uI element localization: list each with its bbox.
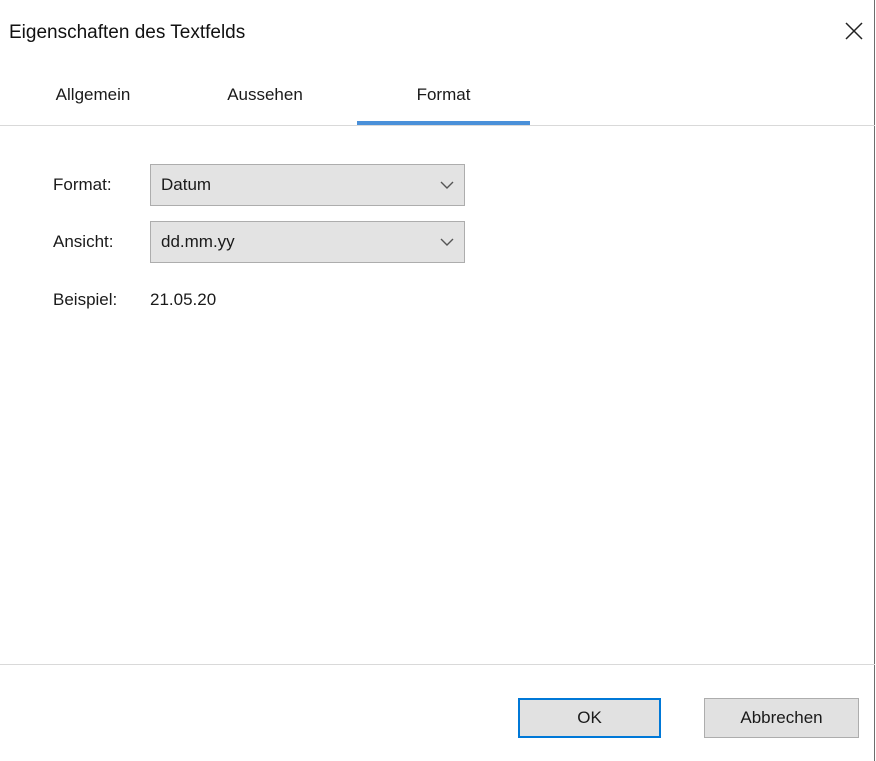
footer-divider <box>0 664 875 665</box>
close-icon <box>845 22 863 40</box>
cancel-button[interactable]: Abbrechen <box>704 698 859 738</box>
tab-bar: Allgemein Aussehen Format <box>0 64 875 126</box>
ok-button[interactable]: OK <box>518 698 661 738</box>
chevron-down-icon <box>440 181 454 189</box>
format-dropdown[interactable]: Datum <box>150 164 465 206</box>
dialog-title: Eigenschaften des Textfelds <box>9 22 246 43</box>
tabs-divider <box>0 125 875 126</box>
example-value: 21.05.20 <box>150 290 217 309</box>
view-label: Ansicht: <box>53 232 114 251</box>
format-label: Format: <box>53 175 112 194</box>
example-label: Beispiel: <box>53 290 118 309</box>
view-selected-value: dd.mm.yy <box>161 232 235 251</box>
view-dropdown[interactable]: dd.mm.yy <box>150 221 465 263</box>
tab-aussehen[interactable]: Aussehen <box>190 64 340 126</box>
format-selected-value: Datum <box>161 175 212 194</box>
tab-allgemein[interactable]: Allgemein <box>30 64 156 126</box>
tab-format[interactable]: Format <box>357 64 530 126</box>
close-button[interactable] <box>837 14 871 48</box>
text-field-properties-dialog: Eigenschaften des Textfelds Allgemein Au… <box>0 0 875 761</box>
title-bar: Eigenschaften des Textfelds <box>0 0 875 64</box>
chevron-down-icon <box>440 238 454 246</box>
